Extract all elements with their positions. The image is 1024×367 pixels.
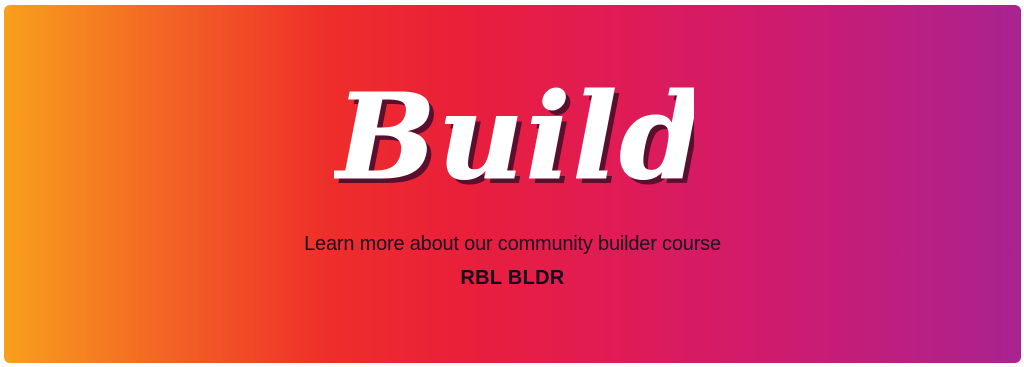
build-script-title: Build Build — [334, 67, 694, 212]
title-text: Build — [334, 67, 694, 206]
course-banner-link[interactable]: Build Build Learn more about our communi… — [4, 5, 1021, 363]
course-brand-name: RBL BLDR — [460, 267, 565, 289]
course-description: Learn more about our community builder c… — [304, 233, 721, 255]
